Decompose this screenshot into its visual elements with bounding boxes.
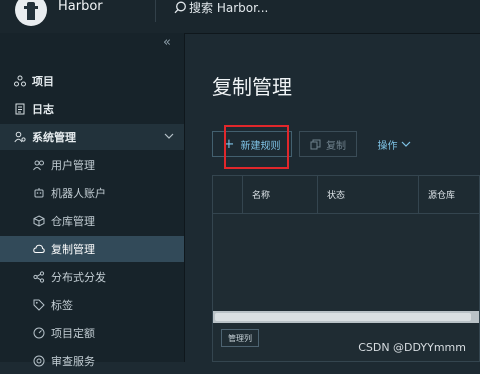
watermark: CSDN @DDYYmmm [358,341,466,354]
robot-icon [33,187,45,199]
collapse-sidebar-icon[interactable]: « [163,35,171,50]
column-header-name[interactable]: 名称 [242,176,317,213]
sidebar-item-label: 审查服务 [51,355,95,368]
page-title: 复制管理 [212,75,292,99]
search-placeholder: 搜索 Harbor... [189,1,269,15]
sidebar-item-label: 用户管理 [51,159,95,172]
replication-icon [33,243,45,255]
sidebar-item-label: 分布式分发 [51,271,106,284]
header-divider [155,0,156,22]
scrollbar-thumb[interactable] [215,313,471,321]
sidebar-item-label: 机器人账户 [51,187,106,200]
quota-icon [33,327,45,339]
actions-label: 操作 [377,140,398,152]
registry-icon [33,215,45,227]
sidebar-item-label: 系统管理 [32,131,76,144]
sidebar-item-label: 项目定额 [51,327,95,340]
annotation-highlight-box [224,125,289,169]
sidebar-item-label: 日志 [32,103,54,116]
copy-button[interactable]: 复制 [299,131,357,157]
logs-icon [14,103,26,115]
search-icon [174,1,186,14]
sidebar: « 项目 日志 系统管理 用户管理 机器人账户 仓库管理 复制管理 分布式分发 … [0,33,185,368]
tag-icon [33,299,45,311]
sidebar-item-robot-accounts[interactable]: 机器人账户 [0,180,184,206]
sidebar-item-registries[interactable]: 仓库管理 [0,208,184,234]
users-icon [33,159,45,171]
sidebar-item-label: 仓库管理 [51,215,95,228]
system-admin-icon [14,131,26,143]
horizontal-scrollbar[interactable] [213,311,479,323]
sidebar-item-label: 项目 [32,75,54,88]
brand-name[interactable]: Harbor [58,0,103,14]
column-header-status[interactable]: 状态 [317,176,418,213]
main-content: 复制管理 + 新建规则 复制 操作 名称 状态 源仓库 管理列 [185,33,480,362]
harbor-logo-icon[interactable] [15,0,47,26]
select-all-column[interactable] [213,176,242,213]
scanner-icon [33,355,45,367]
sidebar-item-projects[interactable]: 项目 [0,68,184,94]
sidebar-item-users[interactable]: 用户管理 [0,152,184,178]
sidebar-item-replications[interactable]: 复制管理 [0,236,184,262]
actions-dropdown[interactable]: 操作 [371,131,417,157]
search-box[interactable]: 搜索 Harbor... [174,0,268,16]
sidebar-item-scanners[interactable]: 审查服务 [0,348,184,374]
sidebar-item-distribution[interactable]: 分布式分发 [0,264,184,290]
chevron-down-icon[interactable] [164,132,174,140]
distribution-icon [33,271,45,283]
table-header: 名称 状态 源仓库 [213,176,479,214]
copy-label: 复制 [326,140,346,152]
sidebar-item-logs[interactable]: 日志 [0,96,184,122]
manage-columns-button[interactable]: 管理列 [221,329,259,347]
sidebar-item-label: 复制管理 [51,243,95,256]
sidebar-item-labels[interactable]: 标签 [0,292,184,318]
sidebar-item-system-admin[interactable]: 系统管理 [0,124,184,150]
sidebar-item-quotas[interactable]: 项目定额 [0,320,184,346]
column-header-source-registry[interactable]: 源仓库 [418,176,480,213]
chevron-down-icon [401,141,410,147]
top-header: Harbor 搜索 Harbor... [0,0,480,34]
replication-rules-table: 名称 状态 源仓库 管理列 [212,175,480,362]
copy-icon [310,139,321,149]
sidebar-item-label: 标签 [51,299,73,312]
projects-icon [14,75,26,87]
